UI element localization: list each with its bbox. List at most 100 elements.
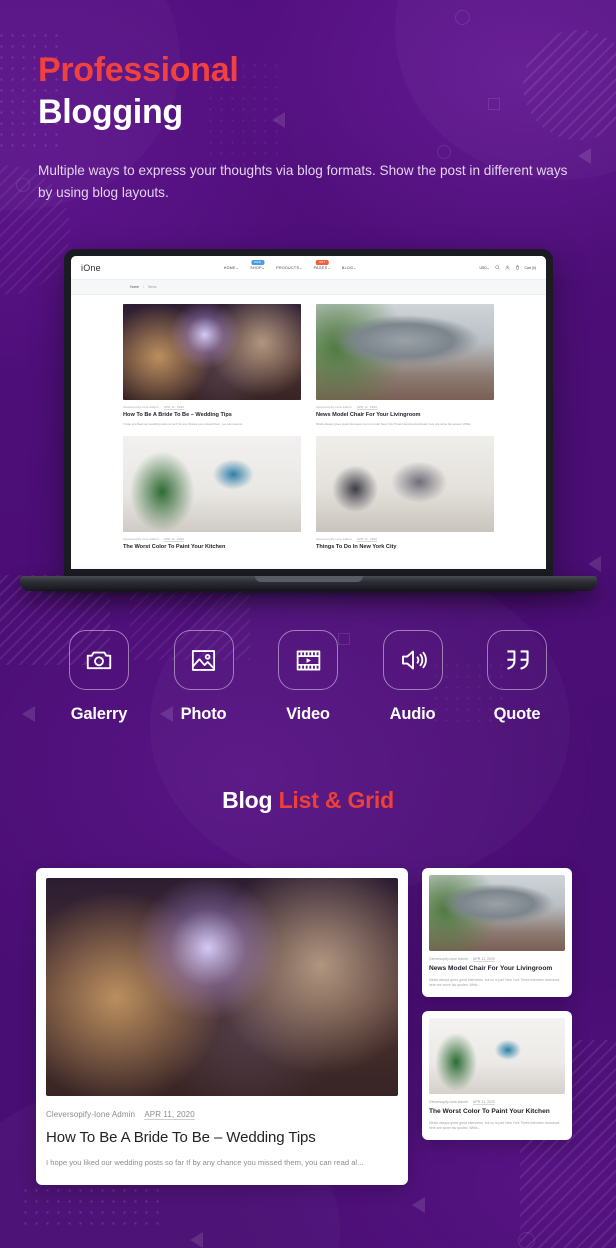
format-quote-label: Quote (493, 705, 541, 723)
side-post-title[interactable]: News Model Chair For Your Livingroom (429, 965, 565, 974)
nav-badge-hot: HOT (315, 259, 329, 265)
page-title: Professional Blogging (38, 50, 583, 134)
format-photo-box[interactable] (173, 630, 234, 690)
format-gallery[interactable]: Galerry (60, 630, 138, 724)
deco-circle-outline-bottom (518, 1232, 535, 1248)
post-meta: Cleversopify-Ione Admin APR 11, 2020 (316, 405, 494, 410)
format-photo[interactable]: Photo (165, 630, 243, 724)
post-title[interactable]: News Model Chair For Your Livingroom (316, 412, 494, 419)
list-item[interactable]: Cleversopify-Ione Admin APR 11, 2020 New… (316, 304, 494, 427)
post-thumbnail[interactable] (123, 435, 301, 532)
blog-side-column: Cleversopify-Ione Admin APR 11, 2020 New… (422, 868, 572, 1185)
laptop-lid: iOne HOME⌄ NEW SHOP⌄ PRODUCTS⌄ HOT PAGES… (64, 249, 553, 577)
format-video-box[interactable] (278, 630, 338, 690)
breadcrumb-home[interactable]: Home (130, 285, 139, 289)
laptop-screen: iOne HOME⌄ NEW SHOP⌄ PRODUCTS⌄ HOT PAGES… (71, 256, 546, 569)
side-post-author: Cleversopify-Ione Admin (429, 957, 468, 961)
nav-item-blog[interactable]: BLOG⌄ (342, 266, 357, 270)
post-title[interactable]: How To Be A Bride To Be – Wedding Tips (123, 412, 301, 419)
nav-item-pages[interactable]: HOT PAGES⌄ (313, 259, 331, 270)
list-item[interactable]: Cleversopify-Ione Admin APR 11, 2020 The… (123, 435, 301, 551)
nav-item-shop[interactable]: NEW SHOP⌄ (250, 259, 266, 270)
deco-triangle-bottom-left (190, 1232, 203, 1248)
section-heading-plain: Blog (222, 787, 279, 813)
currency-selector[interactable]: USD⌄ (479, 266, 489, 270)
format-audio-box[interactable] (382, 630, 443, 690)
side-post-image[interactable] (429, 875, 565, 951)
cart-icon[interactable] (515, 265, 520, 270)
nav-item-home[interactable]: HOME⌄ (224, 266, 240, 270)
deco-circle-outline-top (455, 10, 470, 25)
cart-label[interactable]: Cart (0) (525, 266, 537, 270)
nav-item-products[interactable]: PRODUCTS⌄ (276, 266, 302, 270)
chevron-down-icon: ⌄ (327, 265, 331, 270)
page-title-plain: Blogging (38, 92, 183, 131)
camera-icon (86, 651, 112, 670)
chevron-down-icon: ⌄ (299, 265, 303, 270)
post-date: APR 11, 2020 (356, 405, 378, 410)
post-author: Cleversopify-Ione Admin (123, 405, 159, 409)
hero-section: Professional Blogging Multiple ways to e… (38, 50, 583, 204)
chevron-down-icon: ⌄ (235, 265, 240, 270)
post-grid: Cleversopify-Ione Admin APR 11, 2020 How… (123, 304, 494, 551)
search-icon[interactable] (494, 265, 500, 270)
chevron-down-icon: ⌄ (486, 265, 490, 270)
side-post-card[interactable]: Cleversopify-Ione Admin APR 11, 2020 New… (422, 868, 572, 998)
post-author: Cleversopify-Ione Admin (123, 536, 159, 541)
post-meta: Cleversopify-Ione Admin APR 11, 2020 (123, 536, 301, 542)
deco-blob-mid (150, 560, 570, 890)
deco-dots-bottom-left (20, 1185, 165, 1230)
nav-badge-new: NEW (251, 259, 265, 265)
nav-item-home-label: HOME (223, 265, 236, 270)
image-icon (191, 649, 216, 671)
nav-item-blog-label: BLOG (341, 265, 354, 270)
side-post-image[interactable] (429, 1018, 565, 1095)
chevron-down-icon: ⌄ (261, 265, 266, 270)
featured-post-image[interactable] (46, 878, 398, 1096)
post-title[interactable]: Things To Do In New York City (316, 544, 494, 551)
user-icon[interactable] (505, 265, 510, 270)
breadcrumb: Home / News (71, 280, 546, 295)
site-navbar: iOne HOME⌄ NEW SHOP⌄ PRODUCTS⌄ HOT PAGES… (71, 256, 546, 280)
laptop-mockup: iOne HOME⌄ NEW SHOP⌄ PRODUCTS⌄ HOT PAGES… (20, 249, 597, 596)
format-quote[interactable]: Quote (478, 630, 556, 724)
featured-post-meta: Cleversopify-Ione Admin APR 11, 2020 (46, 1110, 398, 1120)
breadcrumb-separator: / (143, 285, 144, 289)
featured-post-title[interactable]: How To Be A Bride To Be – Wedding Tips (46, 1129, 398, 1146)
format-audio-label: Audio (389, 705, 436, 723)
site-nav-links: HOME⌄ NEW SHOP⌄ PRODUCTS⌄ HOT PAGES⌄ BLO (224, 259, 357, 270)
side-post-date: APR 11, 2020 (472, 1100, 496, 1106)
side-post-excerpt: Minds always gives great interviews, but… (429, 1120, 561, 1130)
list-item[interactable]: Cleversopify-Ione Admin APR 11, 2020 How… (123, 304, 301, 427)
quote-icon (506, 649, 529, 670)
post-author: Cleversopify-Ione Admin (316, 536, 352, 541)
featured-post-date: APR 11, 2020 (144, 1110, 195, 1120)
post-formats-row: Galerry Photo Video Audio Quote (60, 630, 556, 724)
format-quote-box[interactable] (487, 630, 547, 690)
post-title[interactable]: The Worst Color To Paint Your Kitchen (123, 544, 301, 551)
blog-list-and-grid: Cleversopify-Ione Admin APR 11, 2020 How… (36, 868, 580, 1185)
post-thumbnail[interactable] (123, 304, 301, 400)
format-video[interactable]: Video (269, 630, 347, 724)
side-post-card[interactable]: Cleversopify-Ione Admin APR 11, 2020 The… (422, 1011, 572, 1141)
nav-item-pages-label: PAGES (313, 265, 328, 270)
featured-post-card[interactable]: Cleversopify-Ione Admin APR 11, 2020 How… (36, 868, 408, 1185)
site-blog-grid: Cleversopify-Ione Admin APR 11, 2020 How… (71, 295, 546, 551)
post-thumbnail[interactable] (316, 435, 494, 532)
deco-circle-outline-left (16, 178, 30, 192)
breadcrumb-current: News (148, 285, 157, 289)
nav-item-shop-label: SHOP (250, 265, 262, 270)
speaker-icon (401, 650, 427, 670)
deco-triangle-bottom-right (412, 1197, 425, 1213)
side-post-meta: Cleversopify-Ione Admin APR 11, 2020 (429, 1100, 565, 1106)
format-audio[interactable]: Audio (374, 630, 452, 724)
featured-post-excerpt: I hope you liked our wedding posts so fa… (46, 1158, 364, 1167)
list-item[interactable]: Cleversopify-Ione Admin APR 11, 2020 Thi… (316, 435, 494, 551)
post-excerpt: Minds always gives great interviews, but… (316, 422, 473, 427)
post-thumbnail[interactable] (316, 304, 494, 400)
side-post-title[interactable]: The Worst Color To Paint Your Kitchen (429, 1108, 565, 1117)
site-logo[interactable]: iOne (81, 263, 101, 273)
section-heading-accent: List & Grid (278, 787, 395, 813)
format-gallery-box[interactable] (69, 630, 129, 690)
section-heading: Blog List & Grid (0, 787, 616, 814)
